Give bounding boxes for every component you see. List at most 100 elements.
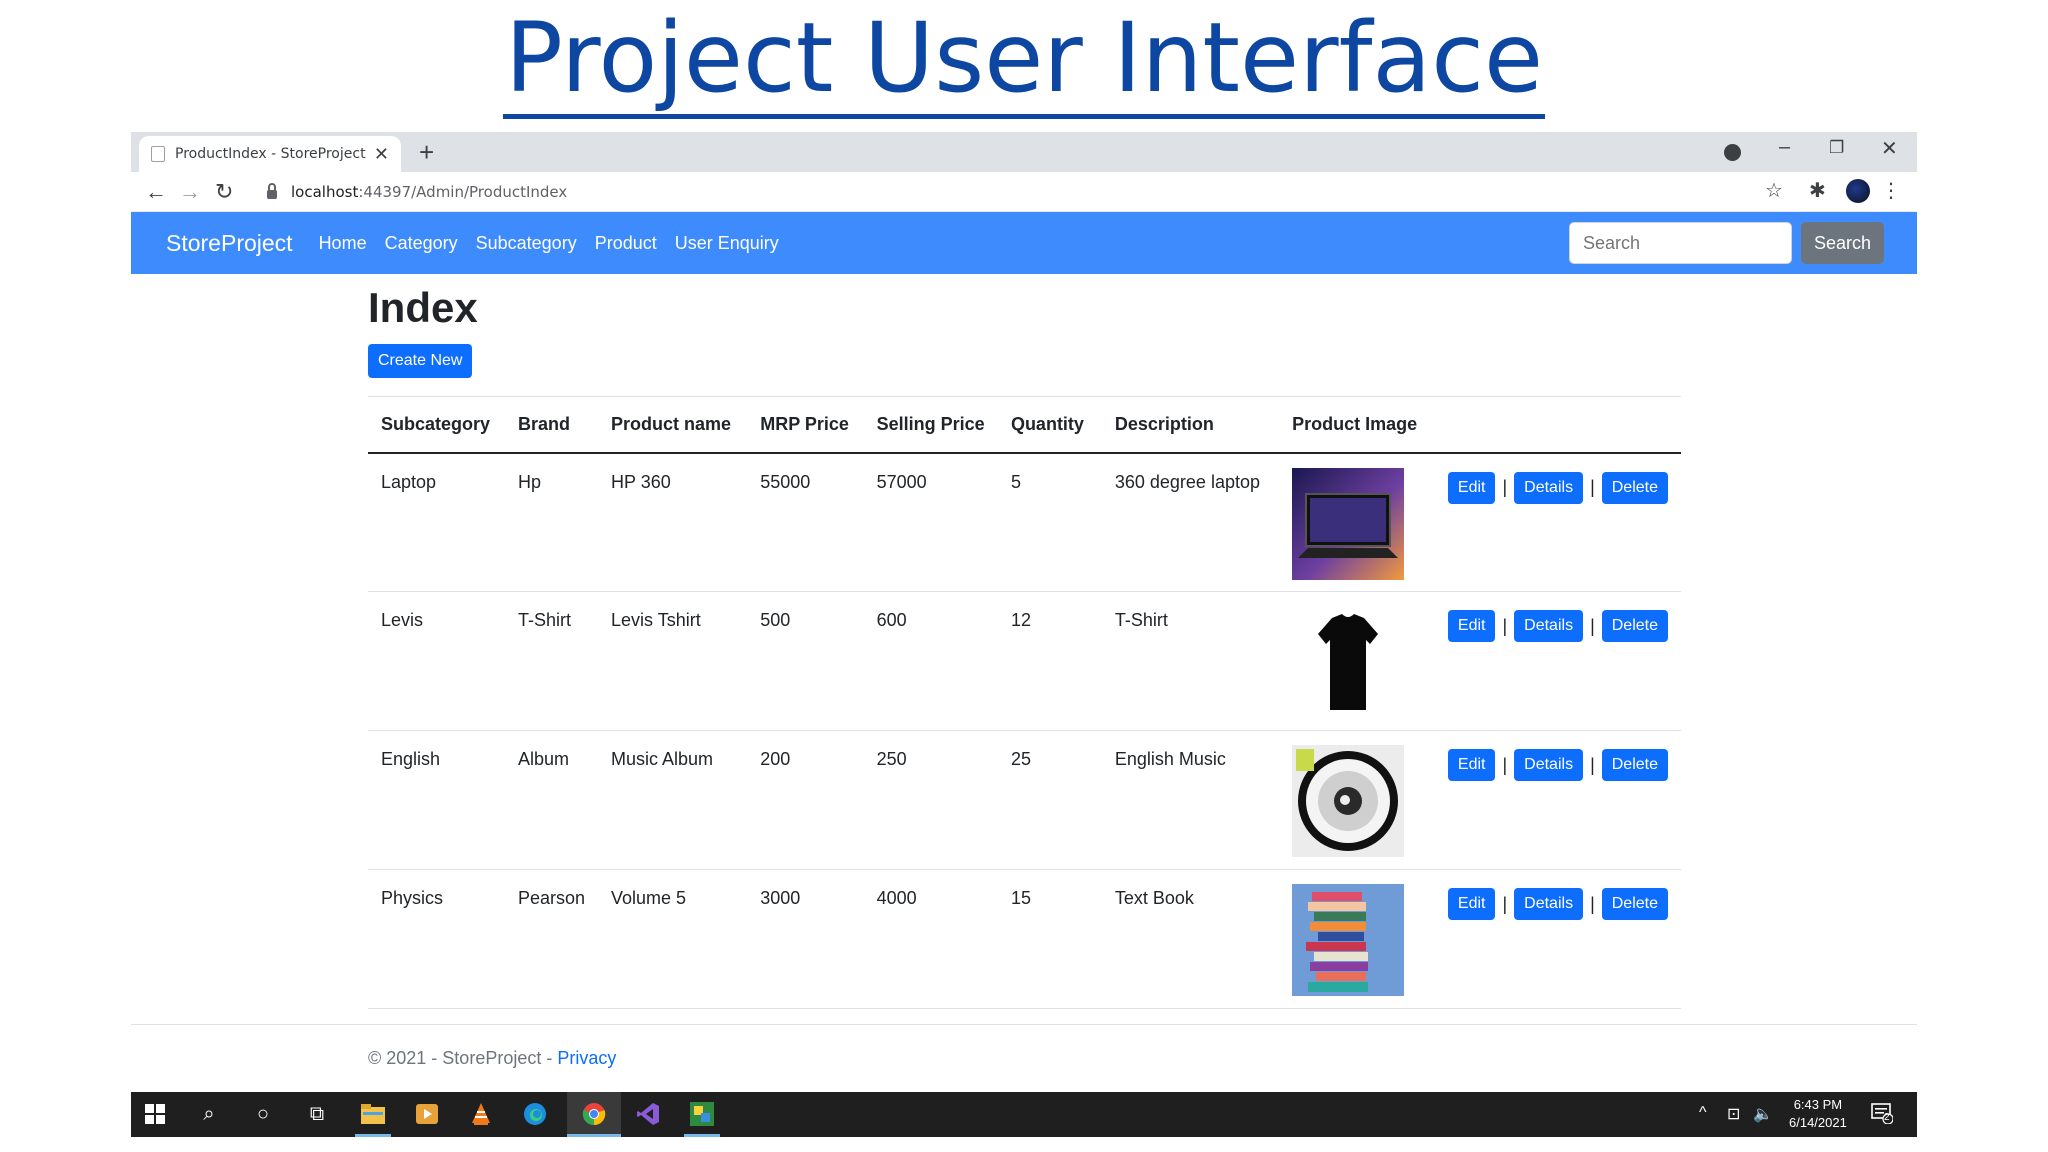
cell-quantity: 5 xyxy=(997,452,1102,592)
task-view-icon[interactable]: ⧉ xyxy=(303,1100,331,1128)
cell-quantity: 15 xyxy=(997,869,1102,1009)
show-hidden-icons-icon[interactable]: ^ xyxy=(1699,1104,1707,1122)
volume-icon[interactable]: 🔈 xyxy=(1753,1104,1773,1124)
vlc-icon[interactable] xyxy=(467,1100,495,1128)
nav-link-category[interactable]: Category xyxy=(385,233,458,254)
edit-button[interactable]: Edit xyxy=(1447,610,1496,642)
edit-button[interactable]: Edit xyxy=(1447,749,1496,781)
system-clock[interactable]: 6:43 PM 6/14/2021 xyxy=(1789,1096,1847,1132)
brand-link[interactable]: StoreProject xyxy=(166,230,293,257)
visual-studio-icon[interactable] xyxy=(634,1100,662,1128)
windows-start-icon[interactable] xyxy=(141,1100,169,1128)
column-header: Product name xyxy=(598,396,748,454)
app-navbar: StoreProject Home Category Subcategory P… xyxy=(131,212,1917,274)
cell-product-name: Volume 5 xyxy=(598,869,748,1009)
cell-product-image xyxy=(1279,869,1435,1009)
cell-actions: Edit | Details | Delete xyxy=(1434,730,1681,870)
app-icon[interactable] xyxy=(688,1100,716,1128)
close-window-icon[interactable]: ✕ xyxy=(1881,136,1898,161)
row-actions: Edit | Details | Delete xyxy=(1447,610,1668,642)
menu-icon[interactable]: ⋮ xyxy=(1881,178,1901,203)
file-explorer-icon[interactable] xyxy=(359,1100,387,1128)
table-row: Physics Pearson Volume 5 3000 4000 15 Te… xyxy=(368,869,1681,1009)
search-input[interactable] xyxy=(1569,222,1792,264)
footer-divider xyxy=(131,1024,1917,1025)
browser-tab[interactable]: ProductIndex - StoreProject ✕ xyxy=(139,136,401,172)
column-header: Brand xyxy=(504,396,599,454)
edge-icon[interactable] xyxy=(521,1100,549,1128)
row-actions: Edit | Details | Delete xyxy=(1447,471,1668,504)
edit-button[interactable]: Edit xyxy=(1447,888,1496,920)
cortana-icon[interactable]: ○ xyxy=(249,1100,277,1128)
chrome-active-indicator xyxy=(567,1134,621,1137)
column-header: Subcategory xyxy=(368,396,505,454)
create-new-button[interactable]: Create New xyxy=(368,344,473,378)
close-tab-icon[interactable]: ✕ xyxy=(374,144,389,165)
nav-link-subcategory[interactable]: Subcategory xyxy=(476,233,577,254)
privacy-link[interactable]: Privacy xyxy=(557,1048,616,1068)
bookmark-star-icon[interactable]: ☆ xyxy=(1765,178,1783,203)
notifications-icon[interactable]: 2 xyxy=(1871,1102,1894,1129)
delete-button[interactable]: Delete xyxy=(1601,749,1668,781)
search-button[interactable]: Search xyxy=(1801,222,1884,264)
edit-button[interactable]: Edit xyxy=(1447,471,1496,504)
table-header-row: Subcategory Brand Product name MRP Price… xyxy=(368,396,1681,454)
action-separator: | xyxy=(1590,477,1595,497)
lock-icon xyxy=(267,182,277,199)
cell-product-name: HP 360 xyxy=(598,452,748,592)
new-tab-icon[interactable]: + xyxy=(419,138,434,166)
search-icon[interactable]: ⌕ xyxy=(195,1100,223,1128)
details-button[interactable]: Details xyxy=(1514,749,1584,781)
details-button[interactable]: Details xyxy=(1514,471,1584,504)
action-separator: | xyxy=(1502,615,1508,636)
cell-product-image xyxy=(1279,730,1435,870)
details-button[interactable]: Details xyxy=(1514,610,1584,642)
cell-selling-price: 250 xyxy=(863,730,998,870)
taskbar: ⌕ ○ ⧉ ^ ⊡ 🔈 6:43 PM 6/14/2021 2 xyxy=(131,1092,1917,1137)
column-header: Product Image xyxy=(1279,396,1435,454)
product-table: Subcategory Brand Product name MRP Price… xyxy=(368,396,1681,1009)
column-header: Quantity xyxy=(997,396,1102,454)
cell-subcategory: Physics xyxy=(368,869,505,1009)
table-row: English Album Music Album 200 250 25 Eng… xyxy=(368,730,1681,870)
cell-mrp-price: 500 xyxy=(747,591,864,731)
action-separator: | xyxy=(1502,893,1508,914)
delete-button[interactable]: Delete xyxy=(1601,610,1668,642)
cell-mrp-price: 55000 xyxy=(747,452,864,592)
back-icon[interactable]: ← xyxy=(145,180,167,204)
url-host: localhost xyxy=(291,183,359,201)
chrome-icon[interactable] xyxy=(580,1100,608,1128)
app-active-indicator xyxy=(684,1134,720,1137)
media-player-icon[interactable] xyxy=(413,1100,441,1128)
delete-button[interactable]: Delete xyxy=(1601,888,1668,920)
tab-title: ProductIndex - StoreProject xyxy=(175,146,366,162)
url-field[interactable]: localhost:44397/Admin/ProductIndex xyxy=(253,176,1893,208)
network-icon[interactable]: ⊡ xyxy=(1727,1104,1740,1124)
cell-brand: Hp xyxy=(504,452,599,592)
cell-product-name: Levis Tshirt xyxy=(598,591,748,731)
delete-button[interactable]: Delete xyxy=(1601,471,1668,504)
reload-icon[interactable]: ↻ xyxy=(215,180,233,204)
details-button[interactable]: Details xyxy=(1514,888,1584,920)
minimize-icon[interactable]: – xyxy=(1779,136,1790,159)
cell-actions: Edit | Details | Delete xyxy=(1434,452,1681,592)
restore-icon[interactable]: ❐ xyxy=(1829,138,1844,158)
actions-column-header xyxy=(1434,396,1681,454)
cell-product-image xyxy=(1279,452,1435,592)
extensions-icon[interactable]: ✱ xyxy=(1809,178,1826,203)
download-icon[interactable] xyxy=(1724,144,1741,161)
cell-subcategory: Levis xyxy=(368,591,505,731)
nav-link-home[interactable]: Home xyxy=(319,233,367,254)
column-header: MRP Price xyxy=(747,396,864,454)
nav-link-product[interactable]: Product xyxy=(595,233,657,254)
laptop-image xyxy=(1292,467,1405,580)
cell-product-name: Music Album xyxy=(598,730,748,870)
action-separator: | xyxy=(1590,615,1595,636)
nav-link-user-enquiry[interactable]: User Enquiry xyxy=(675,233,779,254)
cell-description: T-Shirt xyxy=(1101,591,1280,731)
avatar[interactable] xyxy=(1846,179,1870,203)
column-header: Description xyxy=(1101,396,1280,454)
forward-icon[interactable]: → xyxy=(179,180,201,204)
action-separator: | xyxy=(1590,893,1595,914)
cell-product-image xyxy=(1279,591,1435,731)
